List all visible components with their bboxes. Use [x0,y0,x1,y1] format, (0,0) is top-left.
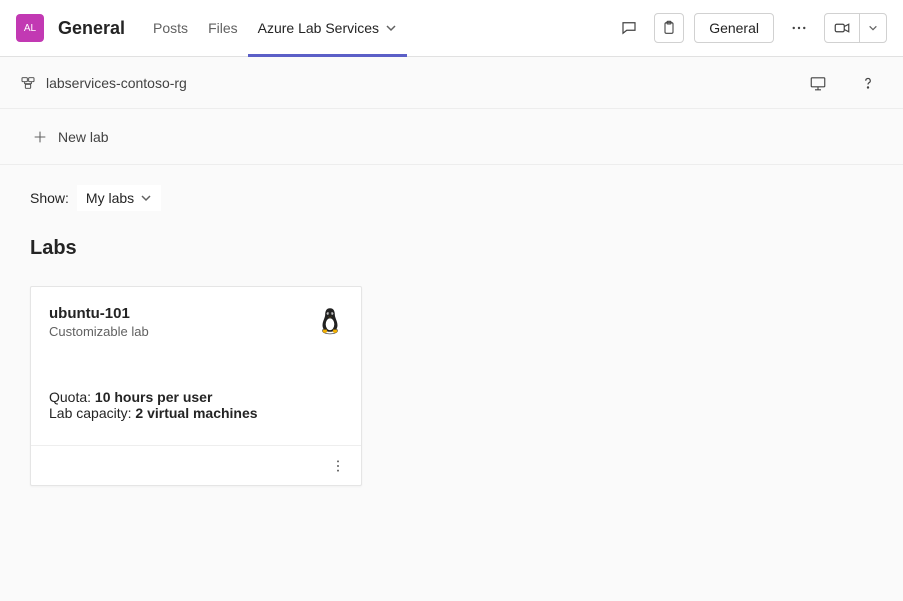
channel-header: AL General Posts Files Azure Lab Service… [0,0,903,57]
clipboard-icon[interactable] [654,13,684,43]
channel-title: General [58,18,125,39]
lab-name: ubuntu-101 [49,305,149,322]
breadcrumb-text: labservices-contoso-rg [46,75,187,91]
filter-row: Show: My labs [30,185,873,211]
resource-group-icon [20,75,36,91]
general-button-label: General [709,20,759,36]
lab-more-icon[interactable] [323,451,353,481]
tux-icon [317,305,343,335]
tab-files[interactable]: Files [198,0,248,56]
tab-label: Files [208,20,238,36]
toolbar: New lab [0,109,903,165]
lab-capacity: Lab capacity: 2 virtual machines [49,405,343,421]
meet-chevron[interactable] [860,14,886,42]
help-icon[interactable] [853,68,883,98]
header-actions: General [614,13,887,43]
meet-button [824,13,887,43]
lab-cards: ubuntu-101 Customizable lab [30,286,873,486]
tab-posts[interactable]: Posts [143,0,198,56]
content-area: Show: My labs Labs ubuntu-101 Customizab… [0,165,903,506]
chevron-down-icon [868,23,878,33]
lab-subtitle: Customizable lab [49,324,149,339]
quota-label: Quota: [49,389,95,405]
channel-avatar: AL [16,14,44,42]
tab-label: Azure Lab Services [258,20,379,36]
breadcrumb-bar: labservices-contoso-rg [0,57,903,109]
reply-icon[interactable] [614,13,644,43]
show-value: My labs [86,190,134,206]
monitor-icon[interactable] [803,68,833,98]
plus-icon [32,129,48,145]
new-lab-label: New lab [58,129,109,145]
tab-azure-lab-services[interactable]: Azure Lab Services [248,0,407,56]
lab-card[interactable]: ubuntu-101 Customizable lab [30,286,362,486]
tab-label: Posts [153,20,188,36]
general-button[interactable]: General [694,13,774,43]
more-icon[interactable] [784,13,814,43]
quota-value: 10 hours per user [95,389,213,405]
show-label: Show: [30,190,69,206]
capacity-label: Lab capacity: [49,405,135,421]
breadcrumb[interactable]: labservices-contoso-rg [20,75,187,91]
section-title: Labs [30,237,873,260]
chevron-down-icon [385,22,397,34]
meet-camera[interactable] [825,14,859,42]
lab-card-footer [31,445,361,485]
capacity-value: 2 virtual machines [135,405,257,421]
tab-strip: Posts Files Azure Lab Services [143,0,407,56]
show-dropdown[interactable]: My labs [77,185,161,211]
new-lab-button[interactable]: New lab [20,121,121,153]
lab-quota: Quota: 10 hours per user [49,389,343,405]
chevron-down-icon [140,192,152,204]
